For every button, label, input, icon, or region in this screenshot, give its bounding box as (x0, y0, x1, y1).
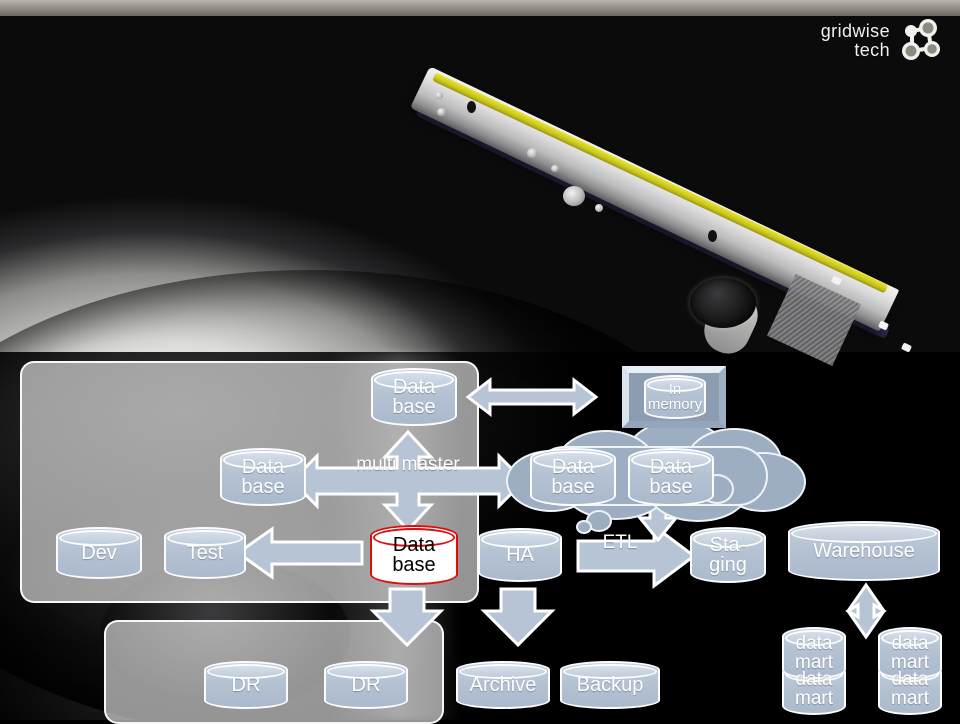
arrow-db-to-dr (369, 587, 445, 648)
node-ha[interactable]: HA (478, 528, 562, 582)
node-database-top[interactable]: Data base (371, 368, 457, 426)
node-database-mid-left[interactable]: Data base (220, 448, 306, 506)
node-cloud-database-2-label: Data base (649, 456, 693, 498)
node-cloud-database-2[interactable]: Data base (628, 448, 714, 506)
node-in-memory-label: In memory (647, 381, 703, 413)
node-data-mart-3-label: data mart (795, 669, 833, 709)
arrow-db-top-to-in-memory (465, 376, 599, 418)
node-data-mart-1[interactable]: data mart (782, 627, 846, 679)
node-data-mart-1-label: data mart (795, 633, 833, 673)
architecture-diagram: multi master ETL In memory Data base Dat… (0, 0, 960, 724)
node-dr-1[interactable]: DR (204, 661, 288, 709)
node-in-memory[interactable]: In memory (644, 375, 706, 419)
arrow-to-dev-test (235, 526, 364, 580)
cloud-tail-puff (576, 520, 592, 534)
node-backup-label: Backup (576, 674, 644, 696)
node-dev[interactable]: Dev (56, 527, 142, 579)
node-database-top-label: Data base (392, 376, 436, 418)
node-archive[interactable]: Archive (456, 661, 550, 709)
node-warehouse[interactable]: Warehouse (788, 521, 940, 581)
node-data-mart-4-label: data mart (891, 669, 929, 709)
node-dr-1-label: DR (231, 674, 261, 696)
node-cloud-database-1-label: Data base (551, 456, 595, 498)
node-test-label: Test (186, 542, 224, 564)
node-backup[interactable]: Backup (560, 661, 660, 709)
node-data-mart-2-label: data mart (891, 633, 929, 673)
node-archive-label: Archive (469, 674, 537, 696)
node-dr-2[interactable]: DR (324, 661, 408, 709)
node-staging-label: Sta- ging (709, 534, 747, 576)
node-warehouse-label: Warehouse (813, 540, 915, 562)
arrow-ha-to-archive (480, 587, 556, 648)
node-dev-label: Dev (81, 542, 117, 564)
node-database-highlighted-label: Data base (392, 534, 436, 576)
node-database-mid-left-label: Data base (241, 456, 285, 498)
node-staging[interactable]: Sta- ging (690, 527, 766, 583)
arrow-multi-master-cross (289, 429, 527, 533)
node-dr-2-label: DR (351, 674, 381, 696)
node-test[interactable]: Test (164, 527, 246, 579)
node-cloud-database-1[interactable]: Data base (530, 448, 616, 506)
node-data-mart-2[interactable]: data mart (878, 627, 942, 679)
node-ha-label: HA (506, 544, 534, 566)
node-database-highlighted[interactable]: Data base (370, 525, 458, 585)
